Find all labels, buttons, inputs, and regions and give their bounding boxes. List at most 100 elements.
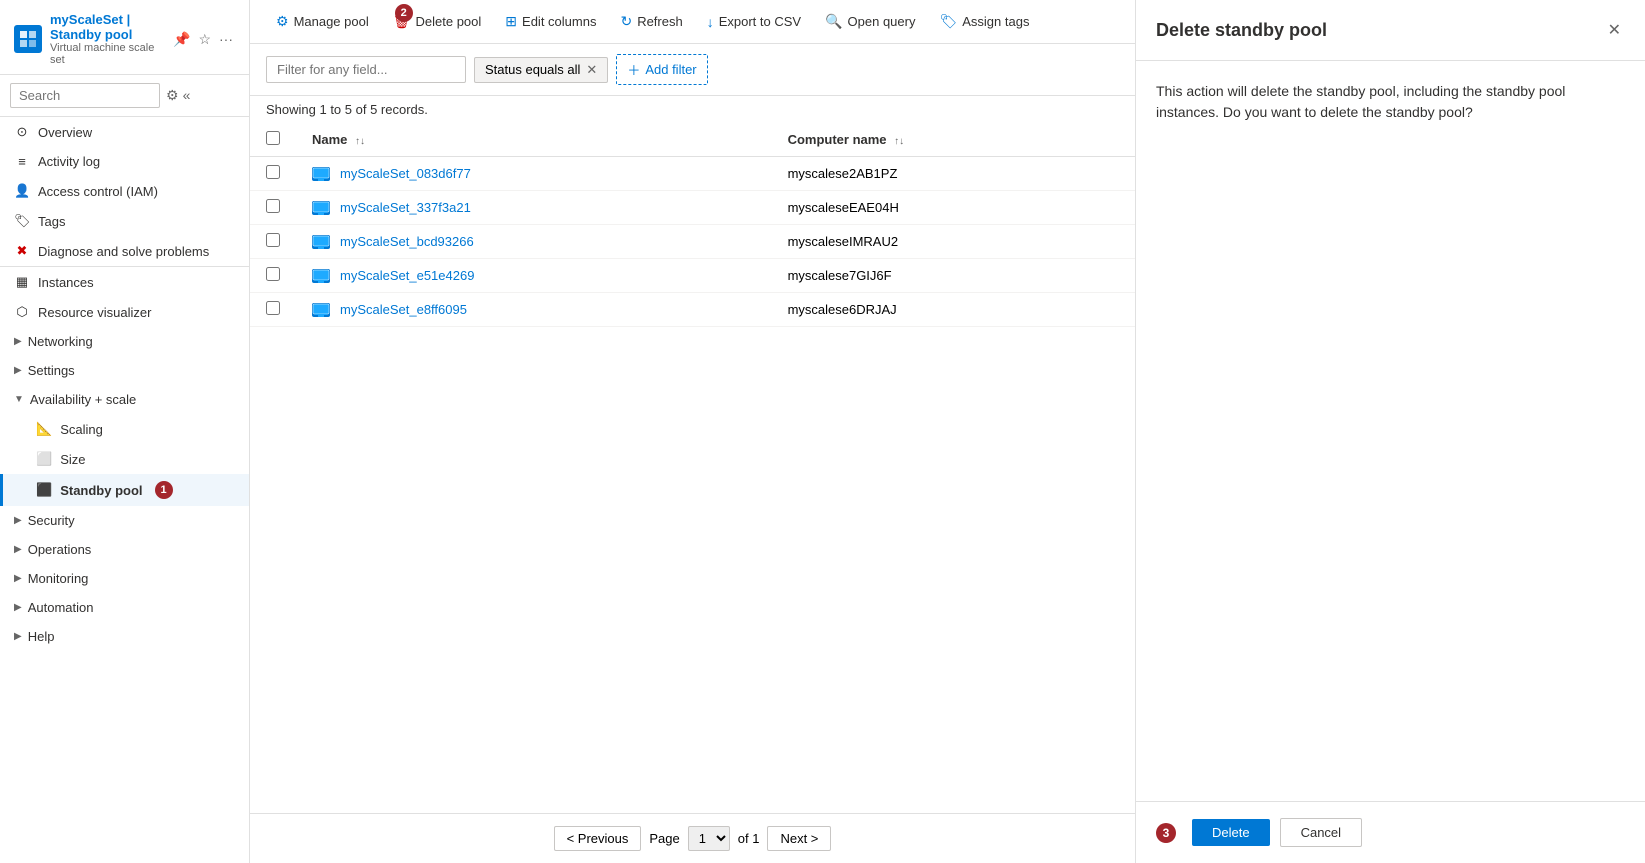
table-row: myScaleSet_337f3a21 myscaleseEAE04H: [250, 191, 1135, 225]
overview-icon: ⊙: [14, 124, 30, 140]
export-csv-icon: ↓: [707, 14, 714, 30]
panel-footer: 3 Delete Cancel: [1136, 801, 1645, 863]
sidebar-item-networking[interactable]: ▶ Networking: [0, 327, 249, 356]
export-csv-button[interactable]: ↓ Export to CSV: [697, 9, 811, 35]
row-checkbox-cell: [250, 293, 296, 327]
row-checkbox[interactable]: [266, 267, 280, 281]
row-name-cell: myScaleSet_083d6f77: [296, 157, 772, 191]
instance-link[interactable]: myScaleSet_bcd93266: [312, 234, 756, 249]
sidebar-item-overview[interactable]: ⊙ Overview: [0, 117, 249, 147]
row-checkbox[interactable]: [266, 233, 280, 247]
table-wrapper: Name ↑↓ Computer name ↑↓: [250, 123, 1135, 813]
name-column-header[interactable]: Name ↑↓: [296, 123, 772, 157]
filter-chip: Status equals all ✕: [474, 57, 608, 83]
row-computer-name-cell: myscalese7GIJ6F: [772, 259, 1135, 293]
row-checkbox-cell: [250, 157, 296, 191]
page-select[interactable]: 1: [688, 826, 730, 851]
sidebar-item-help[interactable]: ▶ Help: [0, 622, 249, 651]
instances-table: Name ↑↓ Computer name ↑↓: [250, 123, 1135, 327]
row-name-cell: myScaleSet_e8ff6095: [296, 293, 772, 327]
instance-link[interactable]: myScaleSet_337f3a21: [312, 200, 756, 215]
row-checkbox-cell: [250, 259, 296, 293]
table-head: Name ↑↓ Computer name ↑↓: [250, 123, 1135, 157]
sidebar-item-label: Availability + scale: [30, 392, 136, 407]
sidebar-item-operations[interactable]: ▶ Operations: [0, 535, 249, 564]
right-panel: Delete standby pool ✕ This action will d…: [1135, 0, 1645, 863]
pin-icon[interactable]: 📌: [171, 29, 192, 50]
row-name-cell: myScaleSet_bcd93266: [296, 225, 772, 259]
filter-input[interactable]: [266, 56, 466, 83]
instance-link[interactable]: myScaleSet_e51e4269: [312, 268, 756, 283]
search-bar: ⚙ «: [0, 75, 249, 117]
sidebar-item-automation[interactable]: ▶ Automation: [0, 593, 249, 622]
sidebar-item-tags[interactable]: 🏷 Tags: [0, 206, 249, 236]
assign-tags-button[interactable]: 🏷 Assign tags: [929, 8, 1039, 35]
instance-link[interactable]: myScaleSet_e8ff6095: [312, 302, 756, 317]
computer-name-column-header[interactable]: Computer name ↑↓: [772, 123, 1135, 157]
vm-icon: [312, 167, 330, 181]
toolbar: ⚙ Manage pool 🗑 Delete pool 2 ⊞ Edit col…: [250, 0, 1135, 44]
row-checkbox[interactable]: [266, 165, 280, 179]
diagnose-icon: ✖: [14, 243, 30, 259]
add-filter-button[interactable]: ＋ Add filter: [616, 54, 707, 85]
sidebar-item-label: Automation: [28, 600, 94, 615]
sidebar-item-instances[interactable]: ▦ Instances: [0, 267, 249, 297]
edit-columns-button[interactable]: ⊞ Edit columns: [495, 8, 606, 35]
search-input[interactable]: [10, 83, 160, 108]
sidebar-item-size[interactable]: ⬜ Size: [0, 444, 249, 474]
collapse-icon[interactable]: «: [183, 87, 191, 104]
sidebar-item-diagnose[interactable]: ✖ Diagnose and solve problems: [0, 236, 249, 266]
chevron-right-icon: ▶: [14, 515, 22, 526]
brand-subtitle: Virtual machine scale set: [50, 42, 163, 66]
row-checkbox[interactable]: [266, 199, 280, 213]
sidebar-item-iam[interactable]: 👤 Access control (IAM): [0, 176, 249, 206]
sidebar-item-resource-visualizer[interactable]: ⬡ Resource visualizer: [0, 297, 249, 327]
sidebar-item-security[interactable]: ▶ Security: [0, 506, 249, 535]
search-icons: ⚙ «: [166, 87, 190, 104]
panel-header: Delete standby pool ✕: [1136, 0, 1645, 61]
instance-link[interactable]: myScaleSet_083d6f77: [312, 166, 756, 181]
vm-icon: [312, 269, 330, 283]
sidebar-availability-scale-header[interactable]: ▼ Availability + scale: [0, 385, 249, 414]
sidebar-item-label: Security: [28, 513, 75, 528]
star-icon[interactable]: ☆: [196, 29, 213, 50]
sidebar-item-monitoring[interactable]: ▶ Monitoring: [0, 564, 249, 593]
activity-log-icon: ≡: [14, 154, 30, 169]
settings-icon[interactable]: ⚙: [166, 87, 179, 104]
select-all-checkbox[interactable]: [266, 131, 280, 145]
sidebar: myScaleSet | Standby pool Virtual machin…: [0, 0, 250, 863]
open-query-icon: 🔍: [825, 13, 842, 30]
sidebar-nav: ⊙ Overview ≡ Activity log 👤 Access contr…: [0, 117, 249, 651]
open-query-button[interactable]: 🔍 Open query: [815, 8, 925, 35]
manage-pool-button[interactable]: ⚙ Manage pool: [266, 8, 379, 35]
row-computer-name-cell: myscaleseIMRAU2: [772, 225, 1135, 259]
iam-icon: 👤: [14, 183, 30, 199]
pagination: < Previous Page 1 of 1 Next >: [250, 813, 1135, 863]
sidebar-item-scaling[interactable]: 📐 Scaling: [0, 414, 249, 444]
next-button[interactable]: Next >: [767, 826, 831, 851]
filter-chip-remove[interactable]: ✕: [586, 62, 597, 78]
cancel-button[interactable]: Cancel: [1280, 818, 1362, 847]
row-checkbox-cell: [250, 225, 296, 259]
row-checkbox[interactable]: [266, 301, 280, 315]
brand-icon: [14, 25, 42, 53]
sidebar-item-label: Networking: [28, 334, 93, 349]
of-label: of 1: [738, 831, 760, 846]
assign-tags-icon: 🏷: [939, 13, 957, 30]
sidebar-item-label: Tags: [38, 214, 65, 229]
sidebar-item-standby-pool[interactable]: ⬛ Standby pool 1: [0, 474, 249, 506]
more-icon[interactable]: ···: [217, 29, 235, 50]
sidebar-item-label: Scaling: [60, 422, 103, 437]
showing-text: Showing 1 to 5 of 5 records.: [250, 96, 1135, 123]
chevron-right-icon: ▶: [14, 336, 22, 347]
delete-button[interactable]: Delete: [1192, 819, 1270, 846]
chevron-right-icon: ▶: [14, 544, 22, 555]
sidebar-item-activity-log[interactable]: ≡ Activity log: [0, 147, 249, 176]
close-panel-button[interactable]: ✕: [1604, 16, 1625, 44]
refresh-button[interactable]: ↻ Refresh: [610, 8, 692, 35]
standby-pool-icon: ⬛: [36, 482, 52, 498]
row-checkbox-cell: [250, 191, 296, 225]
previous-button[interactable]: < Previous: [554, 826, 642, 851]
instances-icon: ▦: [14, 274, 30, 290]
sidebar-item-settings[interactable]: ▶ Settings: [0, 356, 249, 385]
